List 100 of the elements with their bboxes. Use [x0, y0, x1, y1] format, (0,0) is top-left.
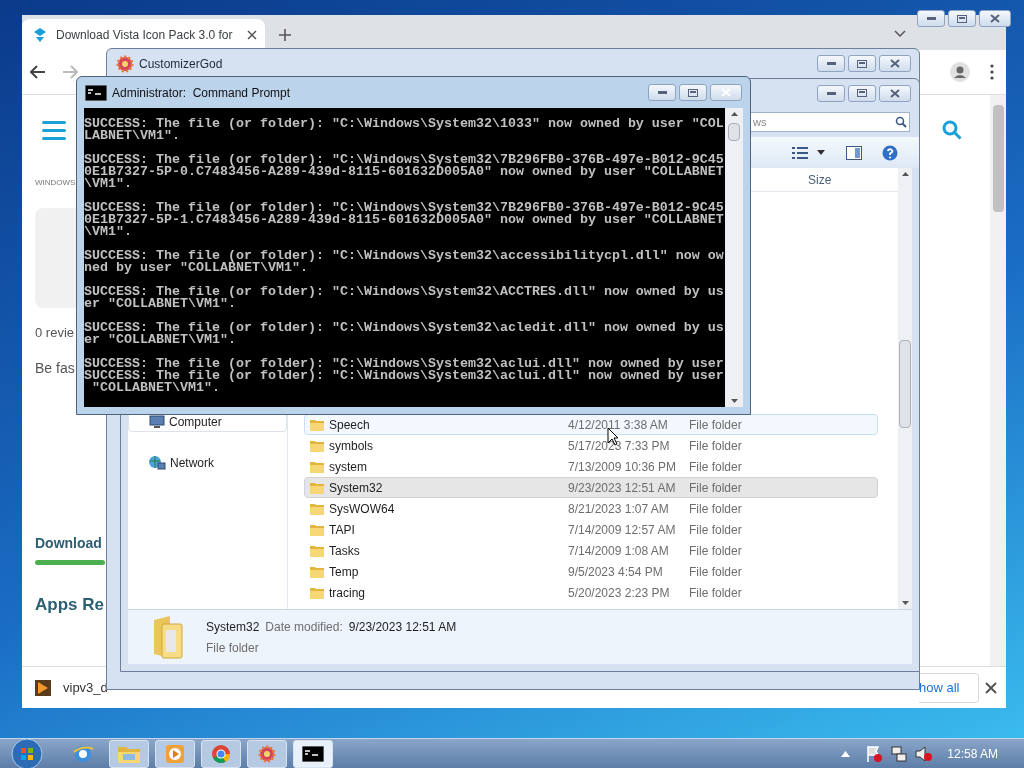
- review-count: 0 revie: [35, 325, 75, 341]
- window-title: Administrator: Command Prompt: [112, 84, 291, 102]
- download-file-name[interactable]: vipv3_d: [63, 677, 108, 698]
- close-icon: [990, 14, 1000, 23]
- menu-icon[interactable]: [42, 120, 66, 140]
- maximize-button[interactable]: [679, 84, 707, 101]
- minimize-button[interactable]: [817, 55, 845, 72]
- maximize-icon: [857, 59, 867, 68]
- close-icon: [721, 88, 731, 97]
- network-icon: [148, 455, 166, 471]
- start-button[interactable]: [11, 737, 43, 768]
- scroll-down-icon[interactable]: [730, 399, 738, 403]
- network-icon[interactable]: [891, 745, 908, 762]
- scroll-up-icon[interactable]: [730, 112, 738, 116]
- file-row[interactable]: SysWOW64 8/21/2023 1:07 AM File folder: [304, 498, 878, 519]
- section-heading: Apps Re: [35, 594, 104, 616]
- details-name: System32: [206, 618, 260, 636]
- folder-icon: [309, 459, 325, 474]
- scroll-up-icon[interactable]: [901, 172, 909, 176]
- gear-icon: [257, 743, 277, 764]
- tab-title: Download Vista Icon Pack 3.0 for: [56, 26, 234, 44]
- close-button[interactable]: [979, 10, 1011, 27]
- chevron-icon[interactable]: [894, 30, 906, 38]
- minimize-button[interactable]: [817, 84, 845, 102]
- close-button[interactable]: [879, 84, 911, 102]
- console-line: SUCCESS: The file (or folder): "C:\Windows\System32\1033" now owned by user "COL: [84, 118, 725, 130]
- menu-dots-icon[interactable]: [990, 64, 994, 80]
- volume-muted-icon[interactable]: [915, 745, 934, 762]
- file-row[interactable]: System32 9/23/2023 12:51 AM File folder: [304, 477, 878, 498]
- console-line: \VM1".: [84, 178, 133, 190]
- up-arrow-icon[interactable]: [841, 750, 851, 757]
- folder-icon: [309, 480, 325, 495]
- search-field[interactable]: ws: [750, 112, 910, 132]
- chrome-icon: [211, 743, 231, 764]
- back-arrow-icon[interactable]: [30, 65, 46, 79]
- download-logo-icon: [32, 26, 48, 43]
- preview-pane-icon[interactable]: [846, 145, 862, 160]
- console-line: SUCCESS: The file (or folder): "C:\Windows\System32\aclui.dll" now owned by user: [84, 358, 725, 370]
- search-icon: [895, 116, 907, 128]
- column-header[interactable]: Size: [808, 170, 832, 189]
- progress-underline: [35, 560, 105, 565]
- folder-icon: [309, 522, 325, 537]
- close-icon: [890, 88, 900, 98]
- taskbar-button[interactable]: [293, 739, 333, 768]
- details-date: 9/23/2023 12:51 AM: [348, 618, 457, 636]
- console-line: ned by user "COLLABNET\VM1".: [84, 262, 308, 274]
- help-icon[interactable]: [882, 144, 898, 161]
- minimize-button[interactable]: [648, 84, 676, 101]
- window-title: CustomizerGod: [139, 55, 223, 73]
- plus-icon[interactable]: [278, 28, 292, 42]
- details-label: Date modified:: [265, 618, 343, 636]
- file-icon: [35, 679, 51, 696]
- maximize-button[interactable]: [848, 55, 876, 72]
- console-line: er "COLLABNET\VM1".: [84, 298, 236, 310]
- computer-icon: [149, 415, 165, 429]
- details-type: File folder: [206, 639, 260, 657]
- download-heading: Download: [35, 534, 102, 552]
- file-row[interactable]: system 7/13/2009 10:36 PM File folder: [304, 456, 878, 477]
- views-icon[interactable]: [792, 146, 808, 159]
- minimize-icon: [926, 17, 936, 20]
- folder-icon: [309, 564, 325, 579]
- maximize-button[interactable]: [848, 84, 876, 102]
- minimize-button[interactable]: [917, 10, 945, 27]
- search-icon[interactable]: [942, 120, 962, 140]
- maximize-button[interactable]: [948, 10, 976, 27]
- console-line: SUCCESS: The file (or folder): "C:\Windows\System32\ACCTRES.dll" now owned by us: [84, 286, 725, 298]
- folder-icon: [309, 543, 325, 558]
- scroll-down-icon[interactable]: [901, 601, 909, 605]
- folder-icon: [309, 417, 325, 432]
- console-line: LABNET\VM1".: [84, 130, 181, 142]
- close-button[interactable]: [879, 55, 911, 72]
- close-button[interactable]: [710, 84, 742, 101]
- file-row[interactable]: symbols 5/17/2023 7:33 PM File folder: [304, 435, 878, 456]
- file-row[interactable]: Speech 4/12/2011 3:38 AM File folder: [304, 414, 878, 435]
- scroll-thumb[interactable]: [899, 340, 911, 428]
- minimize-icon: [826, 91, 836, 95]
- file-row[interactable]: Temp 9/5/2023 4:54 PM File folder: [304, 561, 878, 582]
- console-line: er "COLLABNET\VM1".: [84, 334, 236, 346]
- close-icon[interactable]: [247, 29, 257, 40]
- console-icon: [85, 84, 107, 101]
- console-line: SUCCESS: The file (or folder): "C:\Windows\System32\acledit.dll" now owned by us: [84, 322, 725, 334]
- file-row[interactable]: TAPI 7/14/2009 12:57 AM File folder: [304, 519, 878, 540]
- avatar-icon[interactable]: [950, 62, 970, 82]
- scroll-thumb[interactable]: [728, 122, 740, 141]
- close-icon[interactable]: [985, 681, 997, 694]
- nav-item[interactable]: Network: [128, 453, 287, 473]
- gear-icon: [115, 53, 135, 74]
- console-line: SUCCESS: The file (or folder): "C:\Windows\System32\aclui.dll" now owned by user: [84, 370, 725, 382]
- category-label: WINDOWS: [35, 178, 76, 188]
- folder-icon: [309, 585, 325, 600]
- review-prompt: Be fas: [35, 359, 75, 377]
- console-line: SUCCESS: The file (or folder): "C:\Windows\System32\7B296FB0-376B-497e-B012-9C45: [84, 154, 725, 166]
- browser-tab[interactable]: Download Vista Icon Pack 3.0 for: [22, 19, 265, 50]
- caret-icon[interactable]: [817, 150, 825, 155]
- flag-icon[interactable]: [866, 744, 883, 763]
- file-row[interactable]: Tasks 7/14/2009 1:08 AM File folder: [304, 540, 878, 561]
- console-line: 0E1B7327-5P-0.C7483456-A289-439d-8115-601632D005A0" now owned by user "COLLABNET: [84, 166, 725, 178]
- console-line: 0E1B7327-5P-1.C7483456-A289-439d-8115-601632D005A0" now owned by user "COLLABNET: [84, 214, 725, 226]
- maximize-icon: [857, 89, 867, 97]
- file-row[interactable]: tracing 5/20/2023 2:23 PM File folder: [304, 582, 878, 603]
